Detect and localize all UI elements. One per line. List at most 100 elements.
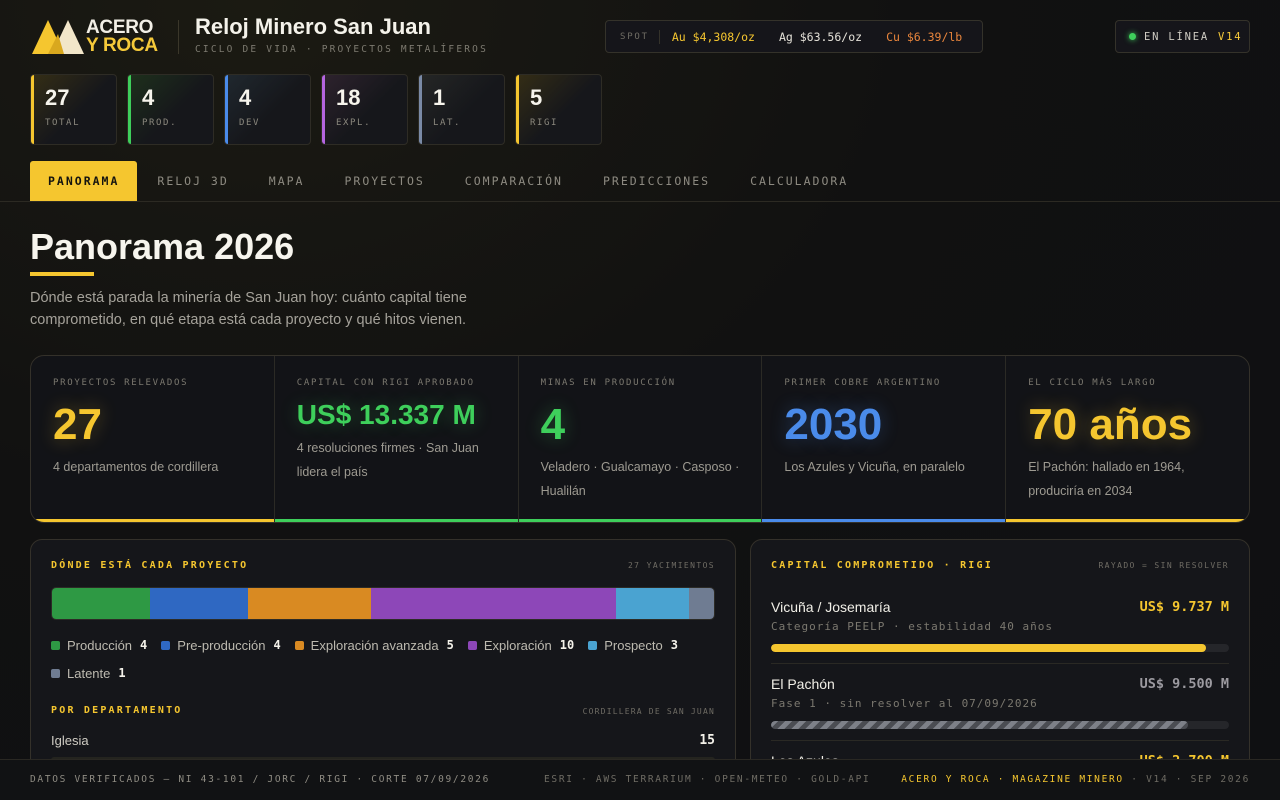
stage-segment[interactable] xyxy=(150,588,249,619)
capital-title: CAPITAL COMPROMETIDO · RIGI xyxy=(771,560,993,571)
legend-label: Producción xyxy=(67,637,133,653)
connection-status: EN LÍNEA V14 xyxy=(1115,20,1250,53)
legend-swatch xyxy=(467,640,477,650)
legend-count: 4 xyxy=(140,638,148,652)
stat-card[interactable]: 5 RIGI xyxy=(515,74,602,145)
kpi-accent-bar xyxy=(274,519,518,522)
tab-7[interactable]: CALCULADORA xyxy=(730,161,868,201)
stage-segment[interactable] xyxy=(248,588,371,619)
capital-meta: Fase 1 · sin resolver al 07/09/2026 xyxy=(771,697,1038,710)
capital-note: RAYADO = SIN RESOLVER xyxy=(1098,561,1229,570)
tab-3[interactable]: MAPA xyxy=(249,161,325,201)
kpi-value: US$ 13.337 M xyxy=(296,399,476,430)
legend-label: Latente xyxy=(67,665,111,681)
legend-label: Prospecto xyxy=(604,637,663,653)
department-row[interactable]: Iglesia 15 xyxy=(51,733,715,763)
capital-track xyxy=(771,644,1229,652)
stat-card[interactable]: 4 PROD. xyxy=(127,74,214,145)
kpi-note: 4 departamentos de cordillera xyxy=(53,460,219,474)
stage-stacked-bar xyxy=(51,587,715,620)
stat-card[interactable]: 27 TOTAL xyxy=(30,74,117,145)
brand-logo[interactable]: ACERO Y ROCA xyxy=(32,16,162,56)
stat-accent-bar xyxy=(31,75,34,144)
legend-label: Pre-producción xyxy=(177,637,266,653)
spot-label: SPOT xyxy=(606,29,660,44)
legend-item[interactable]: Prospecto 3 xyxy=(588,637,678,653)
tab-2[interactable]: RELOJ 3D xyxy=(137,161,248,201)
kpi-accent-bar xyxy=(31,519,274,522)
capital-item[interactable]: El Pachón US$ 9.500 M Fase 1 · sin resolve… xyxy=(771,676,1229,736)
kpi-note: Los Azules y Vicuña, en paralelo xyxy=(784,460,965,474)
legend-count: 5 xyxy=(446,638,454,652)
legend-item[interactable]: Producción 4 xyxy=(51,637,147,653)
footer-version: · V14 · SEP 2026 xyxy=(1123,774,1250,785)
header: ACERO Y ROCA Reloj Minero San Juan CICLO… xyxy=(0,0,1280,72)
stat-label: PROD. xyxy=(142,118,178,128)
legend-count: 10 xyxy=(559,638,575,652)
kpi-accent-bar xyxy=(1006,519,1249,522)
stat-card[interactable]: 1 LAT. xyxy=(418,74,505,145)
footer-credits: ACERO Y ROCA · MAGAZINE MINERO · V14 · S… xyxy=(901,774,1250,785)
spot-copper-price: Cu $6.39/lb xyxy=(886,29,963,44)
tab-4[interactable]: PROYECTOS xyxy=(324,161,444,201)
stat-label: EXPL. xyxy=(336,118,372,128)
capital-divider xyxy=(771,663,1229,664)
tab-1[interactable]: PANORAMA xyxy=(30,161,138,201)
main-tabs: PANORAMA RELOJ 3D MAPA PROYECTOS COMPARACIÓN… xyxy=(30,161,868,201)
tab-5[interactable]: COMPARACIÓN xyxy=(445,161,583,201)
stage-segment[interactable] xyxy=(52,588,151,619)
kpi-value: 70 años xyxy=(1028,400,1193,449)
capital-fill xyxy=(771,721,1188,729)
capital-amount: US$ 9.737 M xyxy=(1139,599,1229,615)
kpi-card: EL CICLO MÁS LARGO 70 años El Pachón: hall… xyxy=(1006,356,1249,522)
kpi-note: El Pachón: hallado en 1964, produciría e… xyxy=(1028,460,1185,498)
legend-count: 1 xyxy=(118,666,126,680)
footer-brand[interactable]: ACERO Y ROCA · MAGAZINE MINERO xyxy=(901,774,1124,785)
page-intro: Dónde está parada la minería de San Juan… xyxy=(30,290,467,328)
legend-count: 3 xyxy=(670,638,678,652)
stat-label: DEV xyxy=(239,118,261,128)
stages-title: DÓNDE ESTÁ CADA PROYECTO xyxy=(51,560,249,571)
tab-6[interactable]: PREDICCIONES xyxy=(583,161,730,201)
legend-item[interactable]: Exploración avanzada 5 xyxy=(294,637,454,653)
kpi-caption: MINAS EN PRODUCCIÓN xyxy=(540,378,676,388)
footer: DATOS VERIFICADOS — NI 43-101 / JORC / R… xyxy=(0,759,1280,800)
kpi-note: Veladero · Gualcamayo · Casposo · Hualil… xyxy=(540,460,740,498)
legend-swatch xyxy=(294,640,304,650)
stat-cards: 27 TOTAL 4 PROD. 4 DEV 18 EXPL. 1 LAT. 5 RIGI xyxy=(30,74,602,145)
capital-track xyxy=(771,721,1229,729)
kpi-caption: CAPITAL CON RIGI APROBADO xyxy=(296,378,475,388)
legend-label: Exploración avanzada xyxy=(310,637,439,653)
legend-item[interactable]: Latente 1 xyxy=(51,665,126,681)
stage-segment[interactable] xyxy=(370,588,616,619)
department-name: Iglesia xyxy=(51,733,89,748)
kpi-value: 2030 xyxy=(784,400,883,449)
stat-label: LAT. xyxy=(433,118,462,128)
brand-wordmark: ACERO Y ROCA xyxy=(86,18,158,55)
mountain-logo-icon xyxy=(32,20,84,54)
stat-label: TOTAL xyxy=(45,118,81,128)
legend-item[interactable]: Exploración 10 xyxy=(467,637,575,653)
tabs-divider xyxy=(0,201,1280,202)
stat-card[interactable]: 18 EXPL. xyxy=(321,74,408,145)
stat-value: 5 xyxy=(530,85,543,110)
kpi-caption: PROYECTOS RELEVADOS xyxy=(53,378,189,388)
stat-card[interactable]: 4 DEV xyxy=(224,74,311,145)
stages-panel: DÓNDE ESTÁ CADA PROYECTO 27 YACIMIENTOS … xyxy=(30,539,736,779)
kpi-card: CAPITAL CON RIGI APROBADO US$ 13.337 M 4 r… xyxy=(274,356,519,522)
kpi-card: PROYECTOS RELEVADOS 27 4 departamentos de … xyxy=(31,356,275,522)
kpi-card: MINAS EN PRODUCCIÓN 4 Veladero · Gualcamay… xyxy=(518,356,763,522)
footer-data-providers: ESRI · AWS TERRARIUM · OPEN-METEO · GOLD… xyxy=(544,774,871,785)
stage-legend: Producción 4 Pre-producción 4 Exploración av… xyxy=(51,637,711,681)
stages-note: 27 YACIMIENTOS xyxy=(627,561,715,570)
stat-accent-bar xyxy=(322,75,325,144)
stage-segment[interactable] xyxy=(615,588,690,619)
stage-segment[interactable] xyxy=(689,588,714,619)
kpi-value: 4 xyxy=(540,400,566,449)
spot-silver-price: Ag $63.56/oz xyxy=(778,29,863,44)
legend-item[interactable]: Pre-producción 4 xyxy=(161,637,281,653)
kpi-note: 4 resoluciones firmes · San Juan lidera … xyxy=(296,441,479,479)
legend-swatch xyxy=(51,640,60,650)
capital-item[interactable]: Vicuña / Josemaría US$ 9.737 M Categoría P… xyxy=(771,599,1229,659)
stat-value: 18 xyxy=(336,85,361,110)
